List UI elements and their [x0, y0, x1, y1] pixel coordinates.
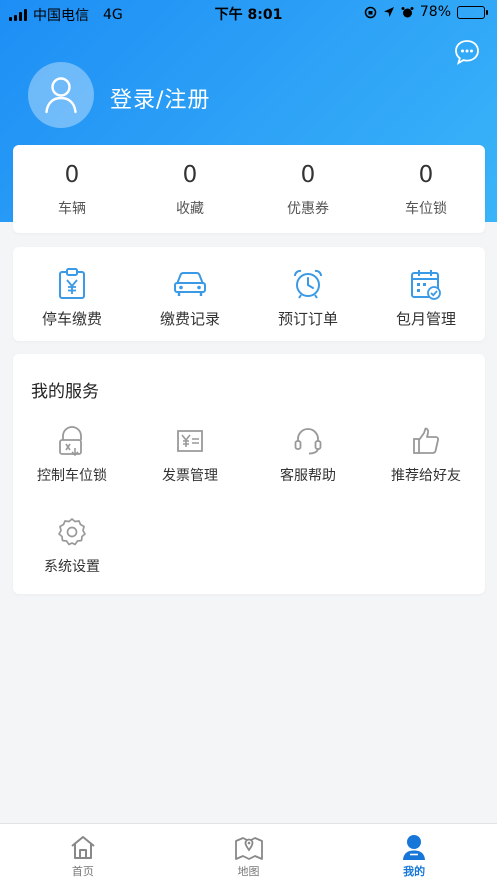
- service-system-settings[interactable]: 系统设置: [13, 516, 131, 576]
- service-customer-help[interactable]: 客服帮助: [249, 425, 367, 485]
- quick-booking-orders[interactable]: 预订订单: [249, 247, 367, 341]
- user-icon: [45, 77, 77, 114]
- stat-coupons[interactable]: 0 优惠券: [249, 145, 367, 233]
- service-recommend-friend[interactable]: 推荐给好友: [367, 425, 485, 485]
- stat-favorites[interactable]: 0 收藏: [131, 145, 249, 233]
- location-arrow-icon: [383, 7, 394, 17]
- parking-payment-icon: [58, 267, 86, 301]
- avatar[interactable]: [28, 62, 94, 128]
- quick-actions-card: 停车缴费 缴费记录 预订订单 包月管理: [13, 247, 485, 341]
- profile-icon: [401, 833, 427, 861]
- orientation-lock-icon: [364, 6, 377, 18]
- home-icon: [69, 833, 97, 861]
- status-bar: 中国电信 4G 下午 8:01 78%: [0, 0, 497, 28]
- quick-label: 预订订单: [277, 310, 338, 328]
- tab-label: 我的: [403, 865, 426, 878]
- map-icon: [234, 833, 264, 861]
- alarm-icon: [401, 6, 414, 17]
- thumbs-up-icon: [411, 425, 441, 457]
- quick-label: 停车缴费: [41, 310, 102, 328]
- quick-parking-payment[interactable]: 停车缴费: [13, 247, 131, 341]
- car-icon: [173, 267, 207, 301]
- stat-value: 0: [64, 162, 80, 188]
- service-control-parking-lock[interactable]: 控制车位锁: [13, 425, 131, 485]
- stat-parking-locks[interactable]: 0 车位锁: [367, 145, 485, 233]
- quick-label: 包月管理: [395, 310, 456, 328]
- stats-card: 0 车辆 0 收藏 0 优惠券 0 车位锁: [13, 145, 485, 233]
- battery-icon: [457, 5, 488, 19]
- alarm-clock-icon: [292, 267, 324, 301]
- headset-icon: [293, 425, 323, 457]
- stat-label: 收藏: [176, 201, 204, 217]
- tab-label: 首页: [71, 865, 94, 878]
- service-invoice-management[interactable]: 发票管理: [131, 425, 249, 485]
- stat-value: 0: [418, 162, 434, 188]
- invoice-icon: [176, 425, 204, 457]
- stat-label: 优惠券: [287, 201, 329, 217]
- gear-icon: [57, 516, 87, 548]
- stat-label: 车辆: [58, 201, 86, 217]
- services-card: 我的服务 控制车位锁 发票管理 客服帮助 推荐给好友 系统设置: [13, 354, 485, 594]
- stat-vehicles[interactable]: 0 车辆: [13, 145, 131, 233]
- quick-label: 缴费记录: [159, 310, 220, 328]
- login-register-link[interactable]: 登录/注册: [110, 82, 210, 114]
- stat-value: 0: [182, 162, 198, 188]
- status-right: 78%: [364, 4, 488, 20]
- tab-mine[interactable]: 我的: [331, 824, 497, 883]
- service-label: 客服帮助: [280, 468, 336, 484]
- parking-lock-icon: [58, 425, 86, 457]
- stat-value: 0: [300, 162, 316, 188]
- battery-percent: 78%: [419, 4, 451, 20]
- quick-payment-records[interactable]: 缴费记录: [131, 247, 249, 341]
- stat-label: 车位锁: [405, 201, 447, 217]
- calendar-check-icon: [410, 267, 442, 301]
- quick-monthly-management[interactable]: 包月管理: [367, 247, 485, 341]
- service-label: 控制车位锁: [37, 468, 107, 484]
- chat-bubble-icon[interactable]: [453, 38, 481, 66]
- service-label: 系统设置: [44, 559, 100, 575]
- tab-home[interactable]: 首页: [0, 824, 166, 883]
- services-title: 我的服务: [31, 382, 99, 402]
- tab-label: 地图: [237, 865, 260, 878]
- service-label: 推荐给好友: [391, 468, 461, 484]
- bottom-tab-bar: 首页 地图 我的: [0, 823, 497, 883]
- service-label: 发票管理: [162, 468, 218, 484]
- tab-map[interactable]: 地图: [166, 824, 332, 883]
